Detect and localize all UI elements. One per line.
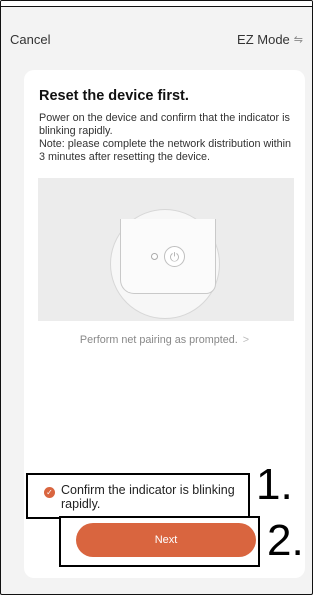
power-icon: ⏻ — [164, 246, 185, 267]
cancel-button[interactable]: Cancel — [10, 32, 50, 47]
mode-switch-button[interactable]: EZ Mode ⇋ — [237, 32, 303, 47]
reset-description: Power on the device and confirm that the… — [39, 112, 292, 163]
status-bar — [1, 1, 312, 7]
check-icon: ✓ — [44, 487, 55, 498]
net-pairing-link-label: Perform net pairing as prompted. — [79, 334, 238, 346]
indicator-led-icon — [151, 253, 158, 260]
net-pairing-link[interactable]: Perform net pairing as prompted. > — [24, 334, 305, 346]
mode-label: EZ Mode — [237, 31, 290, 47]
app-screen: Cancel EZ Mode ⇋ Reset the device first.… — [0, 0, 313, 595]
annotation-label-2: 2. — [267, 516, 304, 565]
swap-icon: ⇋ — [293, 33, 303, 46]
annotation-label-1: 1. — [256, 460, 293, 509]
chevron-right-icon: > — [242, 334, 250, 346]
confirm-indicator-label: Confirm the indicator is blinking rapidl… — [61, 483, 235, 511]
page-title: Reset the device first. — [39, 88, 189, 104]
confirm-indicator-checkbox[interactable]: ✓ Confirm the indicator is blinking rapi… — [26, 473, 250, 519]
device-illustration: ⏻ — [38, 178, 294, 321]
nav-bar: Cancel EZ Mode ⇋ — [1, 25, 312, 53]
next-button[interactable]: Next — [76, 523, 256, 557]
